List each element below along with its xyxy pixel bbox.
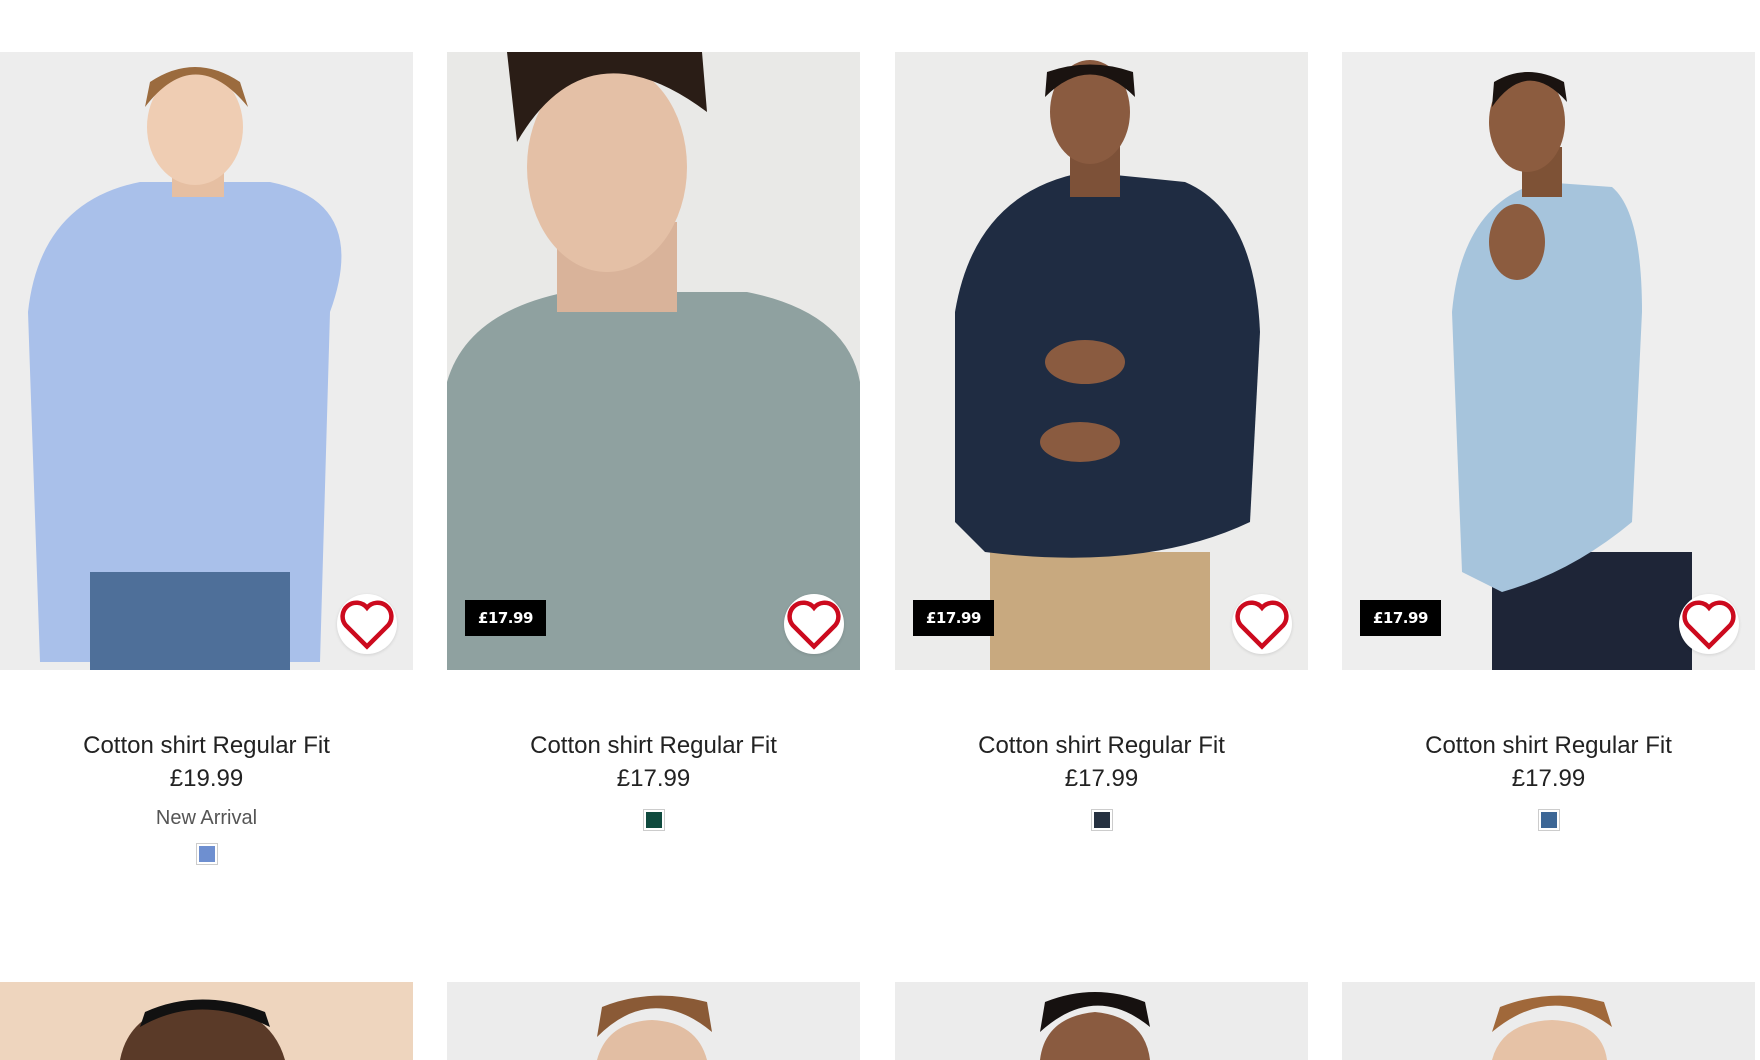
product-card[interactable]: Cotton shirt Regular Fit £19.99 New Arri…	[0, 52, 413, 865]
color-swatch[interactable]	[1537, 809, 1560, 831]
product-card[interactable]: £17.99 Cotton shirt Regular Fit £17.99	[895, 52, 1308, 831]
product-photo	[895, 52, 1308, 670]
product-photo	[0, 52, 413, 670]
wishlist-button[interactable]	[1232, 594, 1292, 654]
product-image-next-row[interactable]	[0, 982, 413, 1060]
product-price: £17.99	[1064, 765, 1139, 792]
wishlist-button[interactable]	[784, 594, 844, 654]
heart-icon	[787, 600, 841, 650]
product-photo	[447, 52, 860, 670]
product-card[interactable]: £17.99 Cotton shirt Regular Fit £17.99	[447, 52, 860, 831]
heart-icon	[340, 600, 394, 650]
product-photo	[0, 982, 413, 1060]
new-arrival-label: New Arrival	[155, 807, 258, 829]
price-badge: £17.99	[465, 600, 546, 636]
product-image[interactable]: £17.99	[895, 52, 1308, 670]
product-card[interactable]: £17.99 Cotton shirt Regular Fit £17.99	[1342, 52, 1755, 831]
price-badge: £17.99	[913, 600, 994, 636]
color-swatch[interactable]	[195, 843, 218, 865]
product-image-next-row[interactable]	[1342, 982, 1755, 1060]
product-title[interactable]: Cotton shirt Regular Fit	[0, 730, 413, 762]
product-title[interactable]: Cotton shirt Regular Fit	[1342, 730, 1755, 762]
product-image[interactable]: £17.99	[447, 52, 860, 670]
product-photo	[447, 982, 860, 1060]
product-price: £17.99	[1511, 765, 1586, 792]
heart-icon	[1682, 600, 1736, 650]
heart-icon	[1235, 600, 1289, 650]
product-price: £17.99	[616, 765, 691, 792]
product-photo	[895, 982, 1308, 1060]
product-photo	[1342, 52, 1755, 670]
product-title[interactable]: Cotton shirt Regular Fit	[447, 730, 860, 762]
product-image-next-row[interactable]	[447, 982, 860, 1060]
price-badge: £17.99	[1360, 600, 1441, 636]
product-image[interactable]	[0, 52, 413, 670]
product-title[interactable]: Cotton shirt Regular Fit	[895, 730, 1308, 762]
wishlist-button[interactable]	[337, 594, 397, 654]
product-image[interactable]: £17.99	[1342, 52, 1755, 670]
color-swatch[interactable]	[642, 809, 665, 831]
wishlist-button[interactable]	[1679, 594, 1739, 654]
color-swatch[interactable]	[1090, 809, 1113, 831]
product-price: £19.99	[169, 765, 244, 792]
product-photo	[1342, 982, 1755, 1060]
product-image-next-row[interactable]	[895, 982, 1308, 1060]
